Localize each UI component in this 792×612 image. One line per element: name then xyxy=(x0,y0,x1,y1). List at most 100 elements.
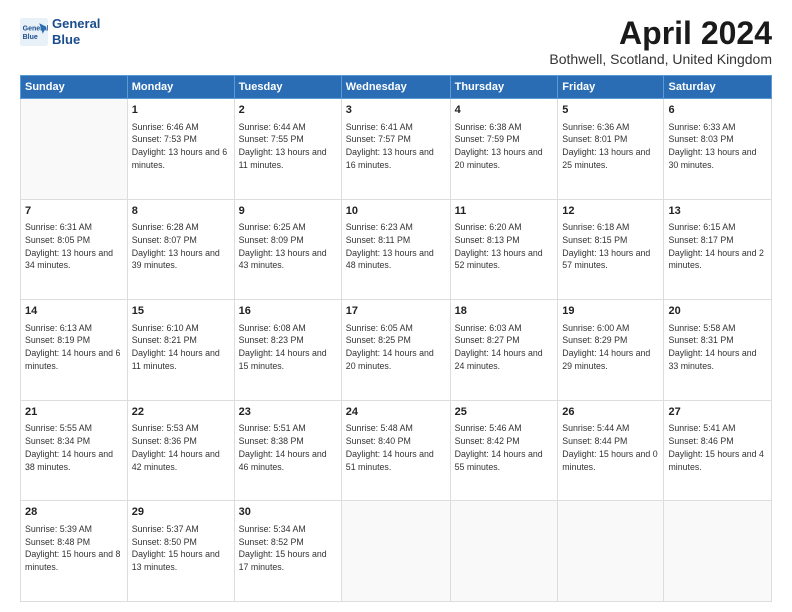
page: General Blue General Blue April 2024 Bot… xyxy=(0,0,792,612)
location: Bothwell, Scotland, United Kingdom xyxy=(549,51,772,67)
day-info: Sunrise: 5:51 AMSunset: 8:38 PMDaylight:… xyxy=(239,422,337,473)
month-title: April 2024 xyxy=(549,16,772,51)
day-number: 14 xyxy=(25,304,123,319)
calendar-cell xyxy=(664,501,772,602)
day-info: Sunrise: 6:38 AMSunset: 7:59 PMDaylight:… xyxy=(455,121,554,172)
day-info: Sunrise: 5:41 AMSunset: 8:46 PMDaylight:… xyxy=(668,422,767,473)
logo-icon: General Blue xyxy=(20,18,48,46)
calendar-cell: 22 Sunrise: 5:53 AMSunset: 8:36 PMDayligh… xyxy=(127,400,234,501)
day-number: 18 xyxy=(455,304,554,319)
calendar-cell: 6Sunrise: 6:33 AMSunset: 8:03 PMDaylight… xyxy=(664,99,772,200)
calendar-cell: 20Sunrise: 5:58 AMSunset: 8:31 PMDayligh… xyxy=(664,300,772,401)
calendar-cell xyxy=(450,501,558,602)
day-number: 4 xyxy=(455,103,554,118)
day-number: 30 xyxy=(239,505,337,520)
day-info: Sunrise: 6:41 AMSunset: 7:57 PMDaylight:… xyxy=(346,121,446,172)
day-number: 1 xyxy=(132,103,230,118)
day-number: 17 xyxy=(346,304,446,319)
day-info: Sunrise: 6:25 AMSunset: 8:09 PMDaylight:… xyxy=(239,221,337,272)
day-info: Sunrise: 6:23 AMSunset: 8:11 PMDaylight:… xyxy=(346,221,446,272)
calendar-cell: 7Sunrise: 6:31 AMSunset: 8:05 PMDaylight… xyxy=(21,199,128,300)
day-header-monday: Monday xyxy=(127,76,234,99)
day-number: 6 xyxy=(668,103,767,118)
day-info: Sunrise: 6:36 AMSunset: 8:01 PMDaylight:… xyxy=(562,121,659,172)
day-header-sunday: Sunday xyxy=(21,76,128,99)
svg-text:Blue: Blue xyxy=(23,34,38,41)
day-number: 19 xyxy=(562,304,659,319)
day-header-thursday: Thursday xyxy=(450,76,558,99)
day-number: 25 xyxy=(455,405,554,420)
day-info: Sunrise: 5:58 AMSunset: 8:31 PMDaylight:… xyxy=(668,322,767,373)
day-number: 29 xyxy=(132,505,230,520)
day-number: 15 xyxy=(132,304,230,319)
day-info: Sunrise: 5:48 AMSunset: 8:40 PMDaylight:… xyxy=(346,422,446,473)
calendar-cell: 18 Sunrise: 6:03 AMSunset: 8:27 PMDayligh… xyxy=(450,300,558,401)
day-number: 10 xyxy=(346,204,446,219)
calendar-cell: 4 Sunrise: 6:38 AMSunset: 7:59 PMDaylight… xyxy=(450,99,558,200)
calendar-cell: 19 Sunrise: 6:00 AMSunset: 8:29 PMDayligh… xyxy=(558,300,664,401)
day-info: Sunrise: 5:55 AMSunset: 8:34 PMDaylight:… xyxy=(25,422,123,473)
day-info: Sunrise: 6:15 AMSunset: 8:17 PMDaylight:… xyxy=(668,221,767,272)
day-number: 2 xyxy=(239,103,337,118)
day-number: 23 xyxy=(239,405,337,420)
calendar-cell: 11Sunrise: 6:20 AMSunset: 8:13 PMDayligh… xyxy=(450,199,558,300)
calendar-cell: 23 Sunrise: 5:51 AMSunset: 8:38 PMDayligh… xyxy=(234,400,341,501)
day-info: Sunrise: 5:44 AMSunset: 8:44 PMDaylight:… xyxy=(562,422,659,473)
day-info: Sunrise: 6:28 AMSunset: 8:07 PMDaylight:… xyxy=(132,221,230,272)
day-info: Sunrise: 6:44 AMSunset: 7:55 PMDaylight:… xyxy=(239,121,337,172)
calendar-cell: 27 Sunrise: 5:41 AMSunset: 8:46 PMDayligh… xyxy=(664,400,772,501)
day-info: Sunrise: 6:46 AMSunset: 7:53 PMDaylight:… xyxy=(132,121,230,172)
week-row-4: 21 Sunrise: 5:55 AMSunset: 8:34 PMDayligh… xyxy=(21,400,772,501)
calendar-cell: 2 Sunrise: 6:44 AMSunset: 7:55 PMDaylight… xyxy=(234,99,341,200)
day-info: Sunrise: 6:08 AMSunset: 8:23 PMDaylight:… xyxy=(239,322,337,373)
calendar-cell: 15 Sunrise: 6:10 AMSunset: 8:21 PMDayligh… xyxy=(127,300,234,401)
week-row-3: 14 Sunrise: 6:13 AMSunset: 8:19 PMDayligh… xyxy=(21,300,772,401)
calendar-cell: 12Sunrise: 6:18 AMSunset: 8:15 PMDayligh… xyxy=(558,199,664,300)
day-number: 26 xyxy=(562,405,659,420)
day-info: Sunrise: 6:03 AMSunset: 8:27 PMDaylight:… xyxy=(455,322,554,373)
calendar-cell: 17 Sunrise: 6:05 AMSunset: 8:25 PMDayligh… xyxy=(341,300,450,401)
day-header-friday: Friday xyxy=(558,76,664,99)
calendar-cell xyxy=(558,501,664,602)
day-info: Sunrise: 6:10 AMSunset: 8:21 PMDaylight:… xyxy=(132,322,230,373)
week-row-1: 1 Sunrise: 6:46 AMSunset: 7:53 PMDaylight… xyxy=(21,99,772,200)
title-block: April 2024 Bothwell, Scotland, United Ki… xyxy=(549,16,772,67)
calendar-cell: 14 Sunrise: 6:13 AMSunset: 8:19 PMDayligh… xyxy=(21,300,128,401)
calendar-cell: 24 Sunrise: 5:48 AMSunset: 8:40 PMDayligh… xyxy=(341,400,450,501)
calendar-header: SundayMondayTuesdayWednesdayThursdayFrid… xyxy=(21,76,772,99)
calendar-cell: 21 Sunrise: 5:55 AMSunset: 8:34 PMDayligh… xyxy=(21,400,128,501)
header: General Blue General Blue April 2024 Bot… xyxy=(20,16,772,67)
day-header-tuesday: Tuesday xyxy=(234,76,341,99)
day-number: 9 xyxy=(239,204,337,219)
logo-text-blue: Blue xyxy=(52,32,100,48)
day-number: 27 xyxy=(668,405,767,420)
day-header-wednesday: Wednesday xyxy=(341,76,450,99)
calendar-body: 1 Sunrise: 6:46 AMSunset: 7:53 PMDaylight… xyxy=(21,99,772,602)
day-number: 22 xyxy=(132,405,230,420)
day-number: 24 xyxy=(346,405,446,420)
logo-text-general: General xyxy=(52,16,100,32)
calendar-cell: 1 Sunrise: 6:46 AMSunset: 7:53 PMDaylight… xyxy=(127,99,234,200)
day-number: 16 xyxy=(239,304,337,319)
day-number: 28 xyxy=(25,505,123,520)
day-number: 11 xyxy=(455,204,554,219)
day-number: 3 xyxy=(346,103,446,118)
calendar-cell: 28Sunrise: 5:39 AMSunset: 8:48 PMDayligh… xyxy=(21,501,128,602)
week-row-2: 7Sunrise: 6:31 AMSunset: 8:05 PMDaylight… xyxy=(21,199,772,300)
day-info: Sunrise: 5:53 AMSunset: 8:36 PMDaylight:… xyxy=(132,422,230,473)
calendar-cell: 16 Sunrise: 6:08 AMSunset: 8:23 PMDayligh… xyxy=(234,300,341,401)
calendar-cell xyxy=(21,99,128,200)
day-info: Sunrise: 6:13 AMSunset: 8:19 PMDaylight:… xyxy=(25,322,123,373)
day-info: Sunrise: 5:37 AMSunset: 8:50 PMDaylight:… xyxy=(132,523,230,574)
calendar-cell: 13Sunrise: 6:15 AMSunset: 8:17 PMDayligh… xyxy=(664,199,772,300)
day-info: Sunrise: 5:34 AMSunset: 8:52 PMDaylight:… xyxy=(239,523,337,574)
day-info: Sunrise: 6:31 AMSunset: 8:05 PMDaylight:… xyxy=(25,221,123,272)
calendar-cell: 3 Sunrise: 6:41 AMSunset: 7:57 PMDaylight… xyxy=(341,99,450,200)
calendar-cell: 25Sunrise: 5:46 AMSunset: 8:42 PMDayligh… xyxy=(450,400,558,501)
day-number: 21 xyxy=(25,405,123,420)
day-number: 5 xyxy=(562,103,659,118)
calendar-cell: 26 Sunrise: 5:44 AMSunset: 8:44 PMDayligh… xyxy=(558,400,664,501)
day-info: Sunrise: 6:00 AMSunset: 8:29 PMDaylight:… xyxy=(562,322,659,373)
week-row-5: 28Sunrise: 5:39 AMSunset: 8:48 PMDayligh… xyxy=(21,501,772,602)
day-info: Sunrise: 6:05 AMSunset: 8:25 PMDaylight:… xyxy=(346,322,446,373)
